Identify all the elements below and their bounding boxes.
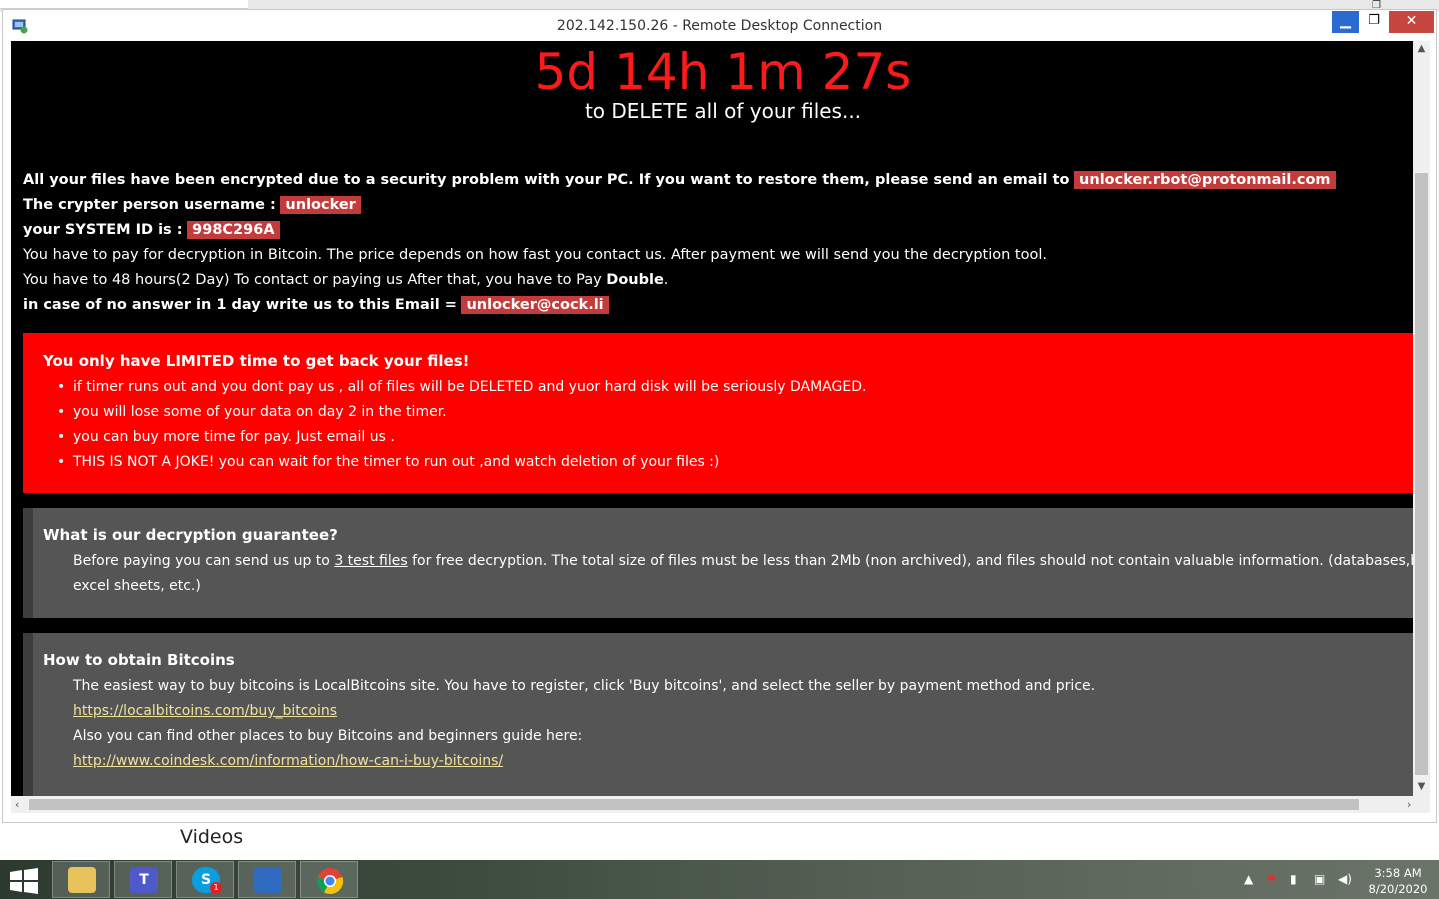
countdown-timer: 5d 14h 1m 27s [534, 43, 912, 101]
chrome-icon [316, 868, 344, 895]
deadline-info: You have to 48 hours(2 Day) To contact o… [23, 272, 668, 288]
fallback-email-line: in case of no answer in 1 day write us t… [23, 296, 609, 314]
guarantee-text-line2: excel sheets, etc.) [73, 578, 201, 594]
encryption-notice-text: All your files have been encrypted due t… [23, 172, 1070, 188]
obtain-bitcoins-section: How to obtain Bitcoins The easiest way t… [23, 633, 1413, 796]
deadline-text: You have to 48 hours(2 Day) To contact o… [23, 272, 602, 288]
clock-time: 3:58 AM [1374, 866, 1422, 880]
system-id-value: 998C296A [187, 221, 280, 239]
folder-icon [68, 867, 96, 893]
system-clock[interactable]: 3:58 AM 8/20/2020 [1368, 865, 1428, 897]
horizontal-scrollbar[interactable]: ‹ › [11, 796, 1430, 813]
deadline-end: . [663, 272, 669, 288]
username-line: The crypter person username : unlocker [23, 196, 361, 214]
list-item: you will lose some of your data on day 2… [57, 403, 866, 428]
taskbar: T S 1 ▲ ⚑ ▮ ▣ ◀) 3:58 AM 8/20/2020 [0, 860, 1439, 899]
restore-button[interactable]: ❐ [1361, 11, 1387, 33]
fallback-email-label: in case of no answer in 1 day write us t… [23, 297, 457, 313]
guarantee-text-post: for free decryption. The total size of f… [412, 553, 1413, 569]
remote-desktop-window: 202.142.150.26 - Remote Desktop Connecti… [2, 9, 1437, 823]
list-item: if timer runs out and you dont pay us , … [57, 378, 866, 403]
decryption-guarantee-section: What is our decryption guarantee? Before… [23, 508, 1413, 618]
action-center-icon[interactable]: ⚑ [1266, 872, 1277, 886]
chrome-button[interactable] [300, 861, 358, 898]
title-bar[interactable]: 202.142.150.26 - Remote Desktop Connecti… [3, 10, 1436, 41]
scroll-up-arrow-icon[interactable]: ▲ [1413, 43, 1430, 54]
background-tab[interactable] [0, 0, 248, 9]
coindesk-link[interactable]: http://www.coindesk.com/information/how-… [73, 749, 503, 774]
localbitcoins-link[interactable]: https://localbitcoins.com/buy_bitcoins [73, 699, 337, 724]
limited-time-heading: You only have LIMITED time to get back y… [43, 352, 470, 370]
background-videos-label[interactable]: Videos [180, 826, 243, 848]
list-item: THIS IS NOT A JOKE! you can wait for the… [57, 453, 866, 478]
skype-button[interactable]: S 1 [176, 861, 234, 898]
scroll-down-arrow-icon[interactable]: ▼ [1413, 781, 1430, 792]
remote-desktop-taskbar-icon [254, 867, 282, 893]
system-id-line: your SYSTEM ID is : 998C296A [23, 221, 280, 239]
teams-button[interactable]: T [114, 861, 172, 898]
encryption-notice: All your files have been encrypted due t… [23, 171, 1336, 189]
username-label: The crypter person username : [23, 197, 276, 213]
deadline-bold: Double [606, 272, 664, 288]
bitcoins-text: The easiest way to buy bitcoins is Local… [73, 678, 1096, 694]
scroll-left-arrow-icon[interactable]: ‹ [15, 796, 19, 813]
windows-start-icon[interactable] [10, 868, 38, 894]
list-item: you can buy more time for pay. Just emai… [57, 428, 866, 453]
warning-list: if timer runs out and you dont pay us , … [57, 378, 866, 478]
test-files-link[interactable]: 3 test files [334, 553, 407, 569]
power-icon[interactable]: ▮ [1290, 872, 1297, 886]
remote-desktop-taskbar-button[interactable] [238, 861, 296, 898]
username-value: unlocker [280, 196, 361, 214]
system-id-label: your SYSTEM ID is : [23, 222, 183, 238]
ransom-note-viewport: 5d 14h 1m 27s to DELETE all of your file… [11, 41, 1413, 796]
skype-notification-badge: 1 [210, 882, 222, 894]
payment-info: You have to pay for decryption in Bitcoi… [23, 247, 1047, 263]
scroll-right-arrow-icon[interactable]: › [1407, 796, 1411, 813]
guarantee-text-pre: Before paying you can send us up to [73, 553, 330, 569]
teams-icon: T [130, 867, 158, 893]
timer-subtitle: to DELETE all of your files... [584, 99, 862, 123]
clock-date: 8/20/2020 [1368, 882, 1428, 896]
vertical-scroll-thumb[interactable] [1415, 173, 1428, 775]
network-icon[interactable]: ▣ [1314, 872, 1325, 886]
show-hidden-icons-icon[interactable]: ▲ [1244, 872, 1253, 886]
window-title: 202.142.150.26 - Remote Desktop Connecti… [556, 18, 883, 34]
contact-email-primary[interactable]: unlocker.rbot@protonmail.com [1074, 171, 1336, 189]
bitcoins-guide-text: Also you can find other places to buy Bi… [73, 728, 583, 744]
volume-icon[interactable]: ◀) [1338, 872, 1352, 886]
minimize-button[interactable]: ▁ [1332, 11, 1359, 33]
vertical-scrollbar[interactable]: ▲ ▼ [1413, 41, 1430, 796]
limited-time-warning: You only have LIMITED time to get back y… [23, 333, 1413, 493]
close-button[interactable]: ✕ [1389, 11, 1434, 33]
guarantee-text: Before paying you can send us up to 3 te… [73, 549, 1413, 574]
file-explorer-button[interactable] [52, 861, 110, 898]
guarantee-heading: What is our decryption guarantee? [43, 526, 338, 544]
contact-email-fallback[interactable]: unlocker@cock.li [461, 296, 609, 314]
bitcoins-heading: How to obtain Bitcoins [43, 651, 235, 669]
horizontal-scroll-thumb[interactable] [29, 799, 1359, 810]
